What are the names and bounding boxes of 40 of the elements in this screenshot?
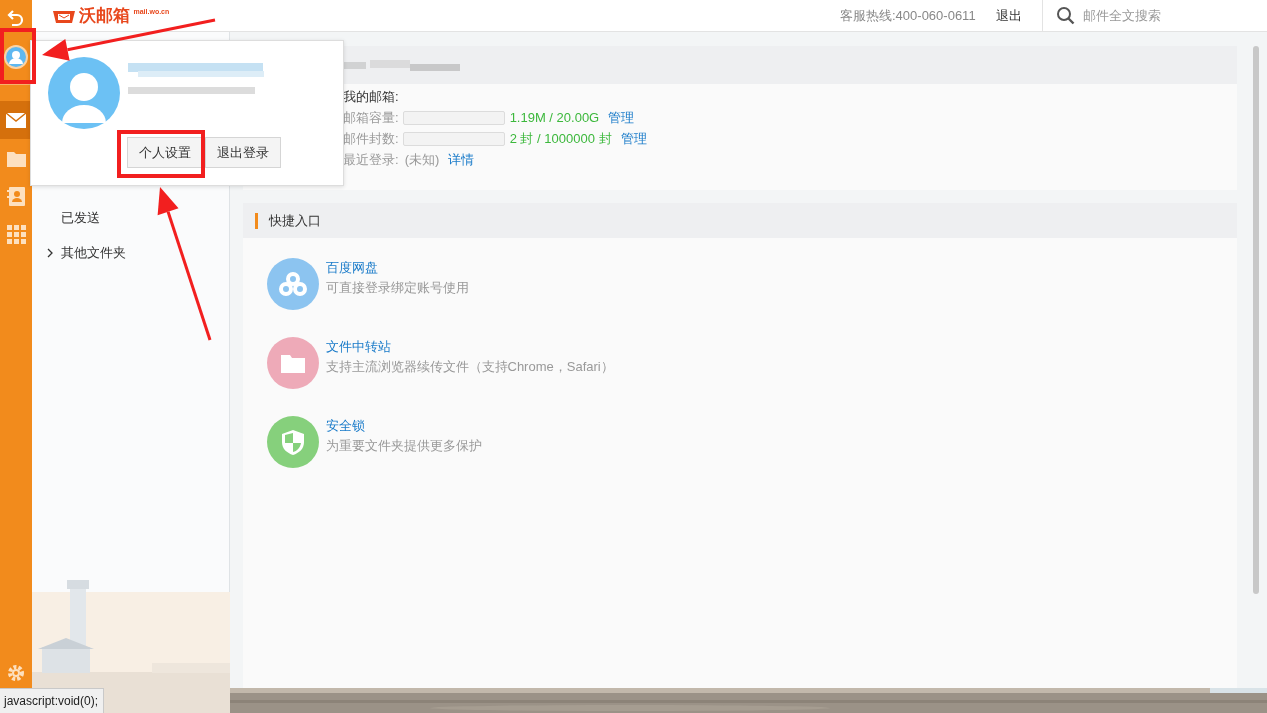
manage-link[interactable]: 管理	[608, 107, 635, 128]
back-arrow-icon[interactable]	[7, 7, 25, 27]
usage-reading: 2 封 / 1000000 封	[509, 129, 612, 148]
shortcut-description: 可直接登录绑定账号使用	[325, 278, 469, 297]
hotline-text: 客服热线:400-060-0611	[840, 6, 976, 25]
folder-icon[interactable]	[267, 337, 319, 389]
popup-button[interactable]: 个人设置	[127, 137, 203, 168]
details-link[interactable]: 详情	[448, 149, 475, 170]
highlight-box	[0, 28, 36, 84]
field-value: (未知)	[404, 150, 440, 169]
avatar-icon[interactable]	[3, 44, 29, 70]
shortcut-link[interactable]: 文件中转站	[325, 337, 391, 357]
settings-icon[interactable]	[6, 663, 26, 683]
logout-link[interactable]: 退出	[995, 5, 1022, 26]
logo-text: 沃邮箱	[79, 7, 131, 24]
search-icon[interactable]	[1056, 6, 1075, 25]
manage-link[interactable]: 管理	[620, 128, 647, 149]
folder-item[interactable]: 其他文件夹	[61, 242, 126, 263]
accent-bar	[255, 212, 258, 229]
field-label: 邮件封数:	[343, 129, 399, 148]
avatar	[48, 57, 120, 129]
shortcut-description: 支持主流浏览器续传文件（支持Chrome，Safari）	[325, 357, 614, 376]
shortcut-link[interactable]: 百度网盘	[325, 258, 378, 278]
mail-icon[interactable]	[5, 111, 27, 129]
field-label: 最近登录:	[343, 150, 399, 169]
apps-grid-icon[interactable]	[6, 224, 26, 244]
folder-item[interactable]: 已发送	[61, 207, 100, 228]
usage-reading: 1.19M / 20.00G	[509, 108, 600, 127]
shortcut-link[interactable]: 安全锁	[325, 416, 365, 436]
field-label: 邮箱容量:	[343, 108, 399, 127]
scrollbar-thumb[interactable]	[1253, 46, 1259, 594]
cloud-icon[interactable]	[267, 258, 319, 310]
section-title: 快捷入口	[269, 211, 321, 230]
shield-icon[interactable]	[267, 416, 319, 468]
popup-button[interactable]: 退出登录	[205, 137, 281, 168]
mailbox-title: 我的邮箱:	[343, 88, 400, 106]
search-field[interactable]: 邮件全文搜索	[1081, 4, 1262, 27]
mail-button[interactable]	[0, 101, 32, 139]
contacts-icon[interactable]	[7, 185, 25, 207]
shortcut-description: 为重要文件夹提供更多保护	[325, 436, 482, 455]
